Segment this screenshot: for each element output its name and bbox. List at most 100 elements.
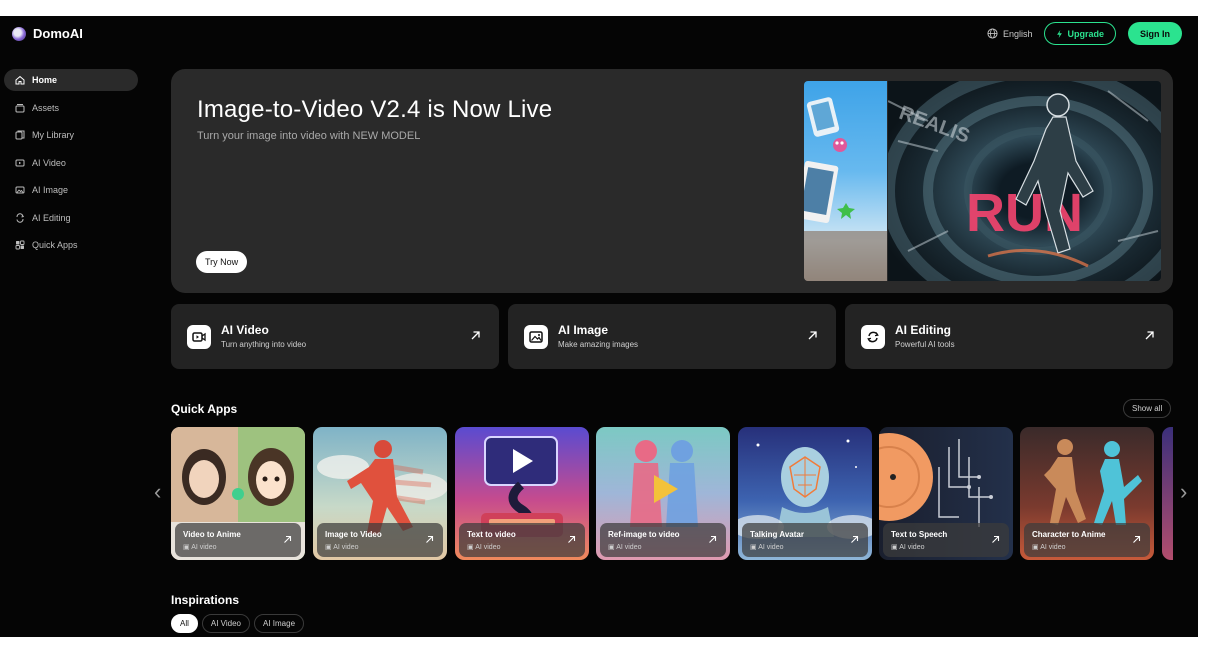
quick-app-type: ▣ AI video [1032, 544, 1066, 551]
quick-app-name: Video to Anime [183, 530, 241, 539]
quick-app-text-to-video[interactable]: Text to video ▣ AI video [455, 427, 589, 560]
quick-app-name: Image to Video [325, 530, 382, 539]
quick-app-label-bar: Ref-image to video ▣ AI video [600, 523, 726, 557]
logo[interactable]: DomoAI [12, 26, 83, 41]
feature-title: AI Image [558, 323, 609, 337]
carousel-prev-icon[interactable]: ‹ [154, 479, 161, 505]
arrow-up-right-icon [426, 535, 434, 543]
quick-app-label-bar: Character to Anime ▣ AI video [1024, 523, 1150, 557]
quick-app-type: ▣ AI video [325, 544, 359, 551]
home-icon [15, 75, 25, 85]
quick-app-ref-image-to-video[interactable]: Ref-image to video ▣ AI video [596, 427, 730, 560]
quick-app-image-to-video[interactable]: Image to Video ▣ AI video [313, 427, 447, 560]
quick-app-video-to-anime[interactable]: Video to Anime ▣ AI video [171, 427, 305, 560]
sidebar-item-ai-image[interactable]: AI Image [4, 179, 138, 201]
quick-app-name: Character to Anime [1032, 530, 1106, 539]
tab-ai-video[interactable]: AI Video [201, 614, 250, 633]
try-now-button[interactable]: Try Now [196, 251, 248, 273]
video-icon [15, 159, 25, 166]
hero-banner[interactable]: Image-to-Video V2.4 is Now Live Turn you… [171, 69, 1173, 293]
assets-icon [15, 103, 25, 112]
inspirations-tabs: All AI Video AI Image [171, 614, 305, 633]
quick-app-type-label: AI video [758, 544, 784, 551]
quick-app-type-label: AI video [616, 544, 642, 551]
editing-icon [16, 212, 25, 223]
sidebar-item-ai-video[interactable]: AI Video [4, 152, 138, 174]
quick-app-type-label: AI video [899, 544, 925, 551]
sidebar-item-assets[interactable]: Assets [4, 97, 138, 119]
sparkle-icon [1057, 29, 1063, 38]
editing-icon [861, 325, 885, 349]
feature-card-ai-image[interactable]: AI Image Make amazing images [508, 304, 836, 369]
tab-ai-image[interactable]: AI Image [254, 614, 305, 633]
quick-app-type-label: AI video [333, 544, 359, 551]
quick-app-type-label: AI video [191, 544, 217, 551]
arrow-up-right-icon [709, 535, 717, 543]
arrow-up-right-icon [1145, 331, 1154, 340]
hero-subtitle: Turn your image into video with NEW MODE… [197, 130, 421, 142]
feature-subtitle: Powerful AI tools [895, 340, 955, 349]
quick-app-type: ▣ AI video [183, 544, 217, 551]
feature-card-ai-video[interactable]: AI Video Turn anything into video [171, 304, 499, 369]
quick-app-talking-avatar[interactable]: Talking Avatar ▣ AI video [738, 427, 872, 560]
quick-app-type: ▣ AI video [891, 544, 925, 551]
upgrade-label: Upgrade [1067, 28, 1104, 39]
image-icon [15, 186, 25, 194]
top-actions: English Upgrade Sign In [987, 22, 1182, 45]
hero-image-run-artwork: REALIS RUN [888, 81, 1161, 281]
image-icon [524, 325, 548, 349]
arrow-up-right-icon [1133, 535, 1141, 543]
sidebar-item-label: Quick Apps [32, 240, 78, 250]
arrow-up-right-icon [851, 535, 859, 543]
feature-title: AI Video [221, 323, 269, 337]
quick-app-character-to-anime[interactable]: Character to Anime ▣ AI video [1020, 427, 1154, 560]
quick-app-name: Ref-image to video [608, 530, 680, 539]
quick-app-type-label: AI video [475, 544, 501, 551]
arrow-up-right-icon [284, 535, 292, 543]
sign-in-label: Sign In [1140, 28, 1170, 39]
quick-app-type: ▣ AI video [750, 544, 784, 551]
sidebar-item-ai-editing[interactable]: AI Editing [4, 207, 138, 229]
quick-app-label-bar: Text to video ▣ AI video [459, 523, 585, 557]
show-all-button[interactable]: Show all [1123, 399, 1172, 418]
hero-image-sky-collage [804, 81, 887, 281]
arrow-up-right-icon [471, 331, 480, 340]
arrow-up-right-icon [568, 535, 576, 543]
hero-title: Image-to-Video V2.4 is Now Live [197, 96, 553, 123]
quick-app-next-card-partial[interactable] [1162, 427, 1173, 560]
sidebar-item-label: AI Image [32, 185, 69, 195]
feature-title: AI Editing [895, 323, 951, 337]
language-selector[interactable]: English [987, 28, 1033, 39]
sidebar-item-label: Home [32, 75, 58, 85]
library-icon [15, 130, 25, 140]
carousel-next-icon[interactable]: › [1180, 479, 1187, 505]
quick-app-label-bar: Talking Avatar ▣ AI video [742, 523, 868, 557]
tab-all[interactable]: All [171, 614, 198, 633]
inspirations-title: Inspirations [171, 593, 240, 607]
sign-in-button[interactable]: Sign In [1128, 22, 1182, 45]
sidebar-item-quick-apps[interactable]: Quick Apps [4, 234, 138, 256]
quick-app-name: Text to Speech [891, 530, 948, 539]
video-camera-icon [187, 325, 211, 349]
quick-app-text-to-speech[interactable]: Text to Speech ▣ AI video [879, 427, 1013, 560]
sidebar-item-label: My Library [32, 130, 75, 140]
sidebar-item-label: Assets [32, 102, 60, 113]
arrow-up-right-icon [992, 535, 1000, 543]
quick-apps-title: Quick Apps [171, 402, 238, 416]
quick-app-name: Text to video [467, 530, 516, 539]
feature-subtitle: Make amazing images [558, 340, 639, 349]
quick-app-type: ▣ AI video [467, 544, 501, 551]
apps-icon [15, 240, 25, 250]
arrow-up-right-icon [808, 331, 817, 340]
quick-app-label-bar: Video to Anime ▣ AI video [175, 523, 301, 557]
feature-card-ai-editing[interactable]: AI Editing Powerful AI tools [845, 304, 1173, 369]
sidebar-item-my-library[interactable]: My Library [4, 124, 138, 146]
quick-app-name: Talking Avatar [750, 530, 804, 539]
sidebar-item-label: AI Editing [32, 212, 71, 223]
upgrade-button[interactable]: Upgrade [1044, 22, 1116, 45]
globe-icon [987, 28, 998, 39]
quick-app-label-bar: Image to Video ▣ AI video [317, 523, 443, 557]
sidebar-item-home[interactable]: Home [4, 69, 138, 91]
language-label: English [1002, 28, 1033, 39]
logo-icon [12, 26, 26, 41]
